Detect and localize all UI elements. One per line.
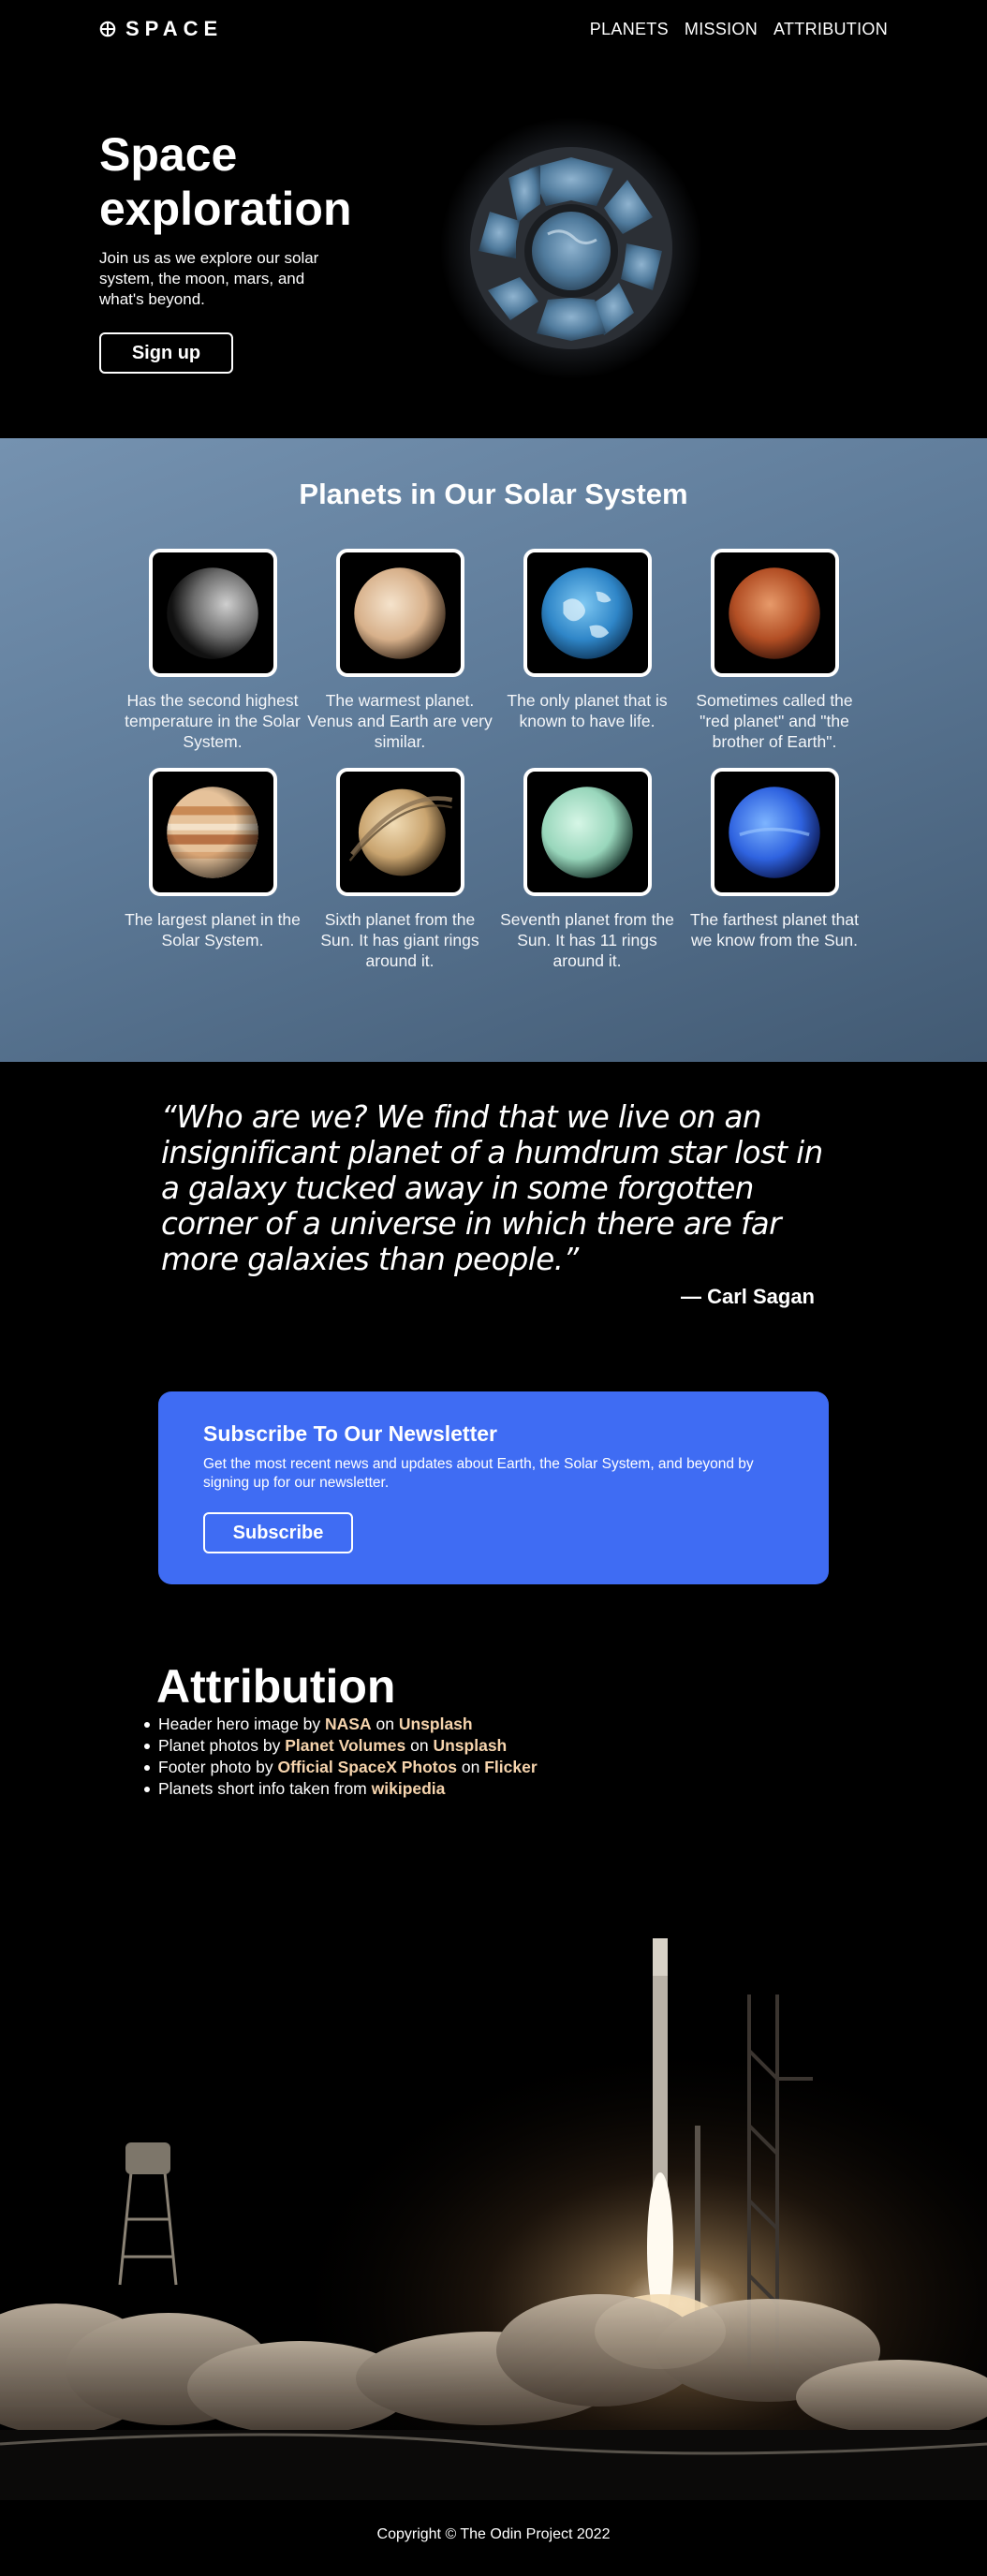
attribution-link-spacex[interactable]: Official SpaceX Photos [277, 1758, 457, 1776]
space-station-window-image [440, 117, 702, 379]
attribution-text: on [405, 1736, 434, 1755]
planet-card: The largest planet in the Solar System. [119, 768, 306, 950]
planet-image-frame [523, 768, 652, 896]
planet-description: Has the second highest temperature in th… [125, 691, 301, 751]
venus-planet-image [354, 567, 446, 659]
rocket-launch-image [0, 1845, 987, 2500]
logo-text: SPACE [125, 17, 224, 40]
mars-planet-image [729, 567, 820, 659]
planet-image-frame [148, 549, 277, 677]
quote-author: — Carl Sagan [680, 1285, 815, 1308]
planet-image-frame [710, 549, 839, 677]
planet-description: The warmest planet. Venus and Earth are … [307, 691, 493, 751]
uranus-planet-image [541, 786, 633, 878]
jupiter-planet-image [167, 786, 258, 878]
top-nav: SPACE PLANETS MISSION ATTRIBUTION [0, 0, 987, 58]
attribution-link-unsplash[interactable]: Unsplash [433, 1736, 507, 1755]
planet-image-frame [523, 549, 652, 677]
sign-up-button[interactable]: Sign up [99, 332, 233, 374]
newsletter-text: Get the most recent news and updates abo… [203, 1456, 754, 1491]
attribution-link-wikipedia[interactable]: wikipedia [372, 1779, 446, 1798]
attribution-item: Planet photos by Planet Volumes on Unspl… [144, 1735, 538, 1757]
nav-links: PLANETS MISSION ATTRIBUTION [590, 20, 888, 39]
newsletter-title: Subscribe To Our Newsletter [203, 1421, 497, 1446]
planet-card: Has the second highest temperature in th… [119, 549, 306, 752]
planet-image-frame [148, 768, 277, 896]
planet-description: The largest planet in the Solar System. [125, 910, 301, 949]
attribution-item: Footer photo by Official SpaceX Photos o… [144, 1757, 538, 1778]
attribution-item: Planets short info taken from wikipedia [144, 1778, 538, 1800]
attribution-text: on [371, 1715, 399, 1733]
site-logo[interactable]: SPACE [99, 17, 223, 41]
globe-icon [99, 21, 116, 37]
attribution-text: Header hero image by [158, 1715, 326, 1733]
planet-description: The only planet that is known to have li… [507, 691, 668, 730]
planet-description: The farthest planet that we know from th… [690, 910, 859, 949]
planet-image-frame [710, 768, 839, 896]
planet-description: Seventh planet from the Sun. It has 11 r… [500, 910, 674, 970]
attribution-link-flicker[interactable]: Flicker [484, 1758, 537, 1776]
newsletter-card: Subscribe To Our Newsletter Get the most… [158, 1391, 829, 1584]
planets-title: Planets in Our Solar System [299, 478, 688, 510]
earth-planet-image [541, 567, 633, 659]
planet-card: The only planet that is known to have li… [494, 549, 681, 731]
hero-text: Join us as we explore our solar system, … [99, 249, 319, 308]
attribution-link-unsplash[interactable]: Unsplash [399, 1715, 473, 1733]
quote-section: “Who are we? We find that we live on an … [0, 1062, 987, 1390]
planet-card: Seventh planet from the Sun. It has 11 r… [494, 768, 681, 971]
attribution-link-planet-volumes[interactable]: Planet Volumes [285, 1736, 405, 1755]
hero-title: Space exploration [99, 128, 352, 235]
attribution-text: Planets short info taken from [158, 1779, 372, 1798]
nav-link-attribution[interactable]: ATTRIBUTION [773, 20, 888, 39]
mercury-planet-image [167, 567, 258, 659]
planet-image-frame [335, 768, 464, 896]
attribution-item: Header hero image by NASA on Unsplash [144, 1714, 538, 1735]
saturn-planet-image [348, 788, 453, 876]
attribution-text: on [457, 1758, 485, 1776]
nav-link-planets[interactable]: PLANETS [590, 20, 669, 39]
planet-card: Sixth planet from the Sun. It has giant … [306, 768, 494, 971]
nav-link-mission[interactable]: MISSION [685, 20, 758, 39]
planet-card: Sometimes called the "red planet" and "t… [681, 549, 868, 752]
planet-card: The farthest planet that we know from th… [681, 768, 868, 950]
planet-image-frame [335, 549, 464, 677]
neptune-planet-image [729, 786, 820, 878]
subscribe-button[interactable]: Subscribe [203, 1512, 353, 1553]
attribution-list: Header hero image by NASA on Unsplash Pl… [144, 1714, 538, 1800]
planet-description: Sixth planet from the Sun. It has giant … [320, 910, 479, 970]
attribution-title: Attribution [156, 1660, 396, 1713]
quote-text: “Who are we? We find that we live on an … [161, 1099, 823, 1277]
hero-section: Space exploration Join us as we explore … [0, 58, 987, 438]
attribution-text: Planet photos by [158, 1736, 286, 1755]
planet-card: The warmest planet. Venus and Earth are … [306, 549, 494, 752]
copyright-text: Copyright © The Odin Project 2022 [376, 2526, 611, 2542]
attribution-link-nasa[interactable]: NASA [325, 1715, 372, 1733]
planets-section: Planets in Our Solar System Has the seco… [0, 438, 987, 1062]
planet-description: Sometimes called the "red planet" and "t… [696, 691, 853, 751]
attribution-text: Footer photo by [158, 1758, 278, 1776]
